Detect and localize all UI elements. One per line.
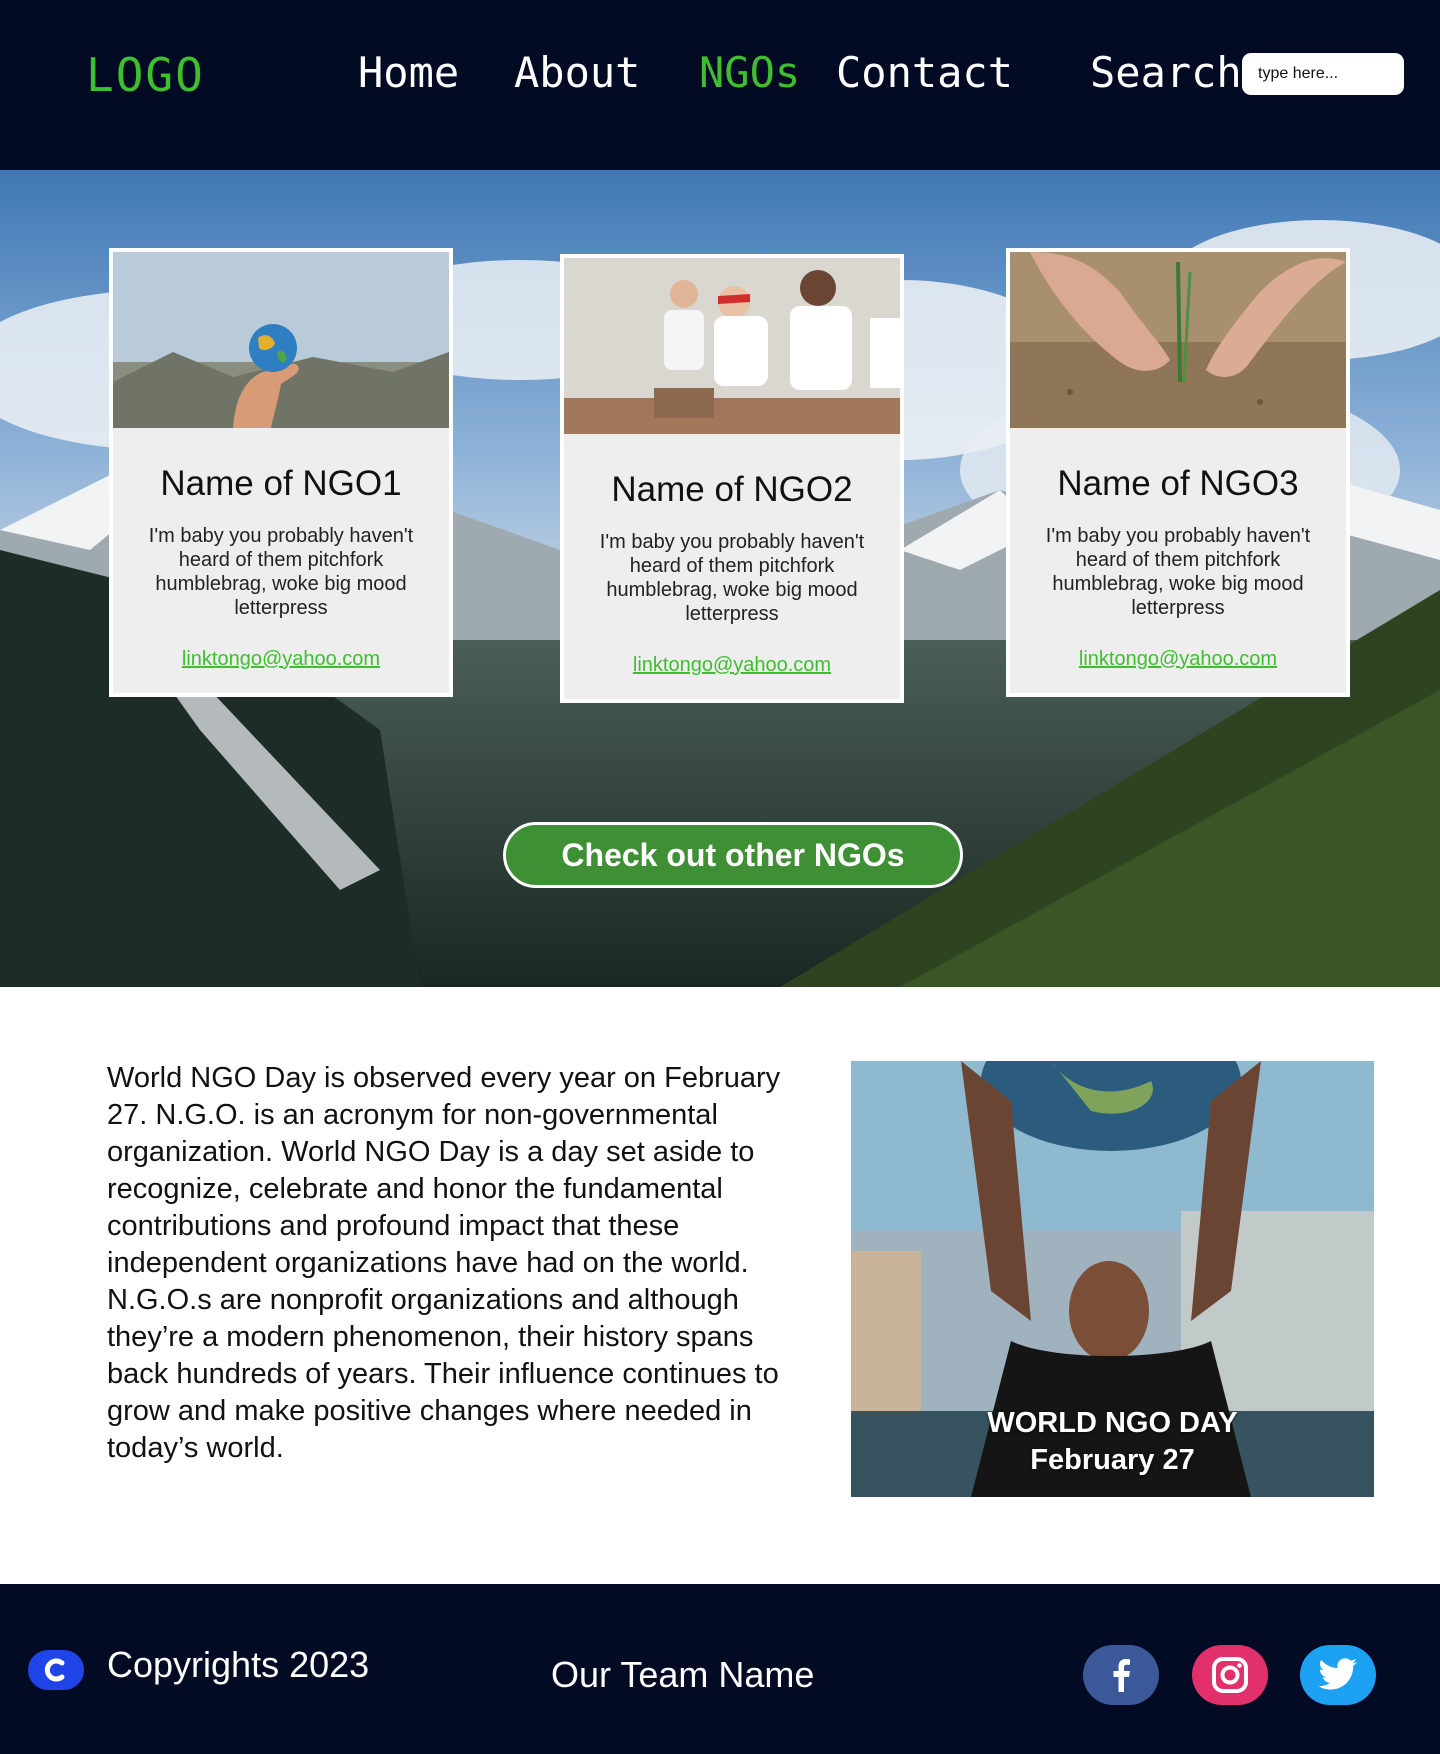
ngo-card-2: Name of NGO2 I'm baby you probably haven… xyxy=(560,254,904,703)
poster-caption: WORLD NGO DAY February 27 xyxy=(851,1405,1374,1479)
card-email-link[interactable]: linktongo@yahoo.com xyxy=(564,654,900,677)
footer: Copyrights 2023 Our Team Name xyxy=(0,1584,1440,1754)
card-photo-volunteers xyxy=(564,258,900,434)
world-ngo-day-description: World NGO Day is observed every year on … xyxy=(107,1062,781,1464)
nav-link-contact[interactable]: Contact xyxy=(836,48,1013,97)
poster-date: February 27 xyxy=(1030,1444,1195,1476)
card-title: Name of NGO2 xyxy=(611,470,853,509)
card-email-link[interactable]: linktongo@yahoo.com xyxy=(1010,648,1346,671)
card-photo-hand-globe xyxy=(113,252,449,428)
check-other-ngos-button[interactable]: Check out other NGOs xyxy=(503,822,963,888)
team-name: Our Team Name xyxy=(551,1654,815,1695)
nav-link-about[interactable]: About xyxy=(514,48,640,97)
card-description: I'm baby you probably haven't heard of t… xyxy=(148,525,414,619)
instagram-icon[interactable] xyxy=(1192,1645,1268,1705)
card-email-link[interactable]: linktongo@yahoo.com xyxy=(113,648,449,671)
card-title: Name of NGO1 xyxy=(160,464,402,503)
world-ngo-day-poster: WORLD NGO DAY February 27 xyxy=(851,1061,1374,1497)
hero-section: Name of NGO1 I'm baby you probably haven… xyxy=(0,170,1440,987)
search-input[interactable] xyxy=(1242,53,1404,95)
card-description: I'm baby you probably haven't heard of t… xyxy=(599,531,865,625)
card-description: I'm baby you probably haven't heard of t… xyxy=(1045,525,1311,619)
card-photo-planting-seedling xyxy=(1010,252,1346,428)
nav-link-ngos[interactable]: NGOs xyxy=(699,48,800,97)
nav-link-home[interactable]: Home xyxy=(358,48,459,97)
copyright-icon xyxy=(28,1650,84,1690)
twitter-icon[interactable] xyxy=(1300,1645,1376,1705)
card-title: Name of NGO3 xyxy=(1057,464,1299,503)
copyright-text: Copyrights 2023 xyxy=(107,1644,370,1685)
ngo-card-1: Name of NGO1 I'm baby you probably haven… xyxy=(109,248,453,697)
facebook-icon[interactable] xyxy=(1083,1645,1159,1705)
top-navbar: LOGO Home About NGOs Contact Search xyxy=(0,0,1440,170)
search-label: Search xyxy=(1090,48,1242,97)
logo[interactable]: LOGO xyxy=(86,48,205,102)
poster-title: WORLD NGO DAY xyxy=(987,1407,1238,1439)
ngo-card-3: Name of NGO3 I'm baby you probably haven… xyxy=(1006,248,1350,697)
